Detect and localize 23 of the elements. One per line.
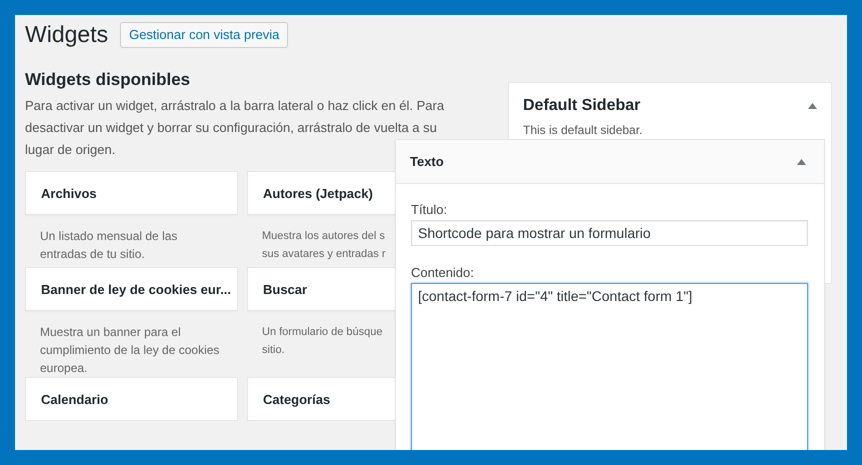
title-field[interactable]: Shortcode para mostrar un formulario (411, 220, 808, 246)
widget-card[interactable]: Buscar (247, 267, 395, 311)
preview-button[interactable]: Gestionar con vista previa (120, 22, 288, 48)
widget-card[interactable]: Archivos (25, 171, 238, 215)
widget-description: Muestra los autores del s sus avatares y entradas r (262, 229, 387, 262)
section-heading: Widgets disponibles (25, 70, 192, 90)
widget-card[interactable]: Banner de ley de cookies eur... (25, 267, 238, 311)
widget-card[interactable]: Calendario (25, 377, 238, 421)
field-label: Título: (411, 202, 448, 217)
widget-description: Un listado mensual de las entradas de tu sitio. (40, 228, 178, 263)
panel-title: Texto (410, 154, 444, 169)
widget-description: Un formulario de búsque sitio. (262, 325, 384, 358)
widget-card[interactable]: Categorías (247, 377, 395, 421)
widget-card[interactable]: Autores (Jetpack) (247, 171, 395, 215)
sidebar-description: This is default sidebar. (523, 123, 644, 137)
caret-up-icon[interactable] (797, 158, 806, 164)
field-label: Contenido: (411, 265, 475, 280)
content-field[interactable]: [contact-form-7 id="4" title="Contact form 1"] (411, 283, 808, 450)
caret-up-icon[interactable] (808, 103, 817, 109)
panel-header[interactable]: Texto (396, 140, 824, 184)
page-title: Widgets (25, 21, 108, 48)
sidebar-title: Default Sidebar (523, 97, 640, 115)
widget-description: Muestra un banner para el cumplimiento de la ley de cookies europea. (40, 324, 220, 377)
